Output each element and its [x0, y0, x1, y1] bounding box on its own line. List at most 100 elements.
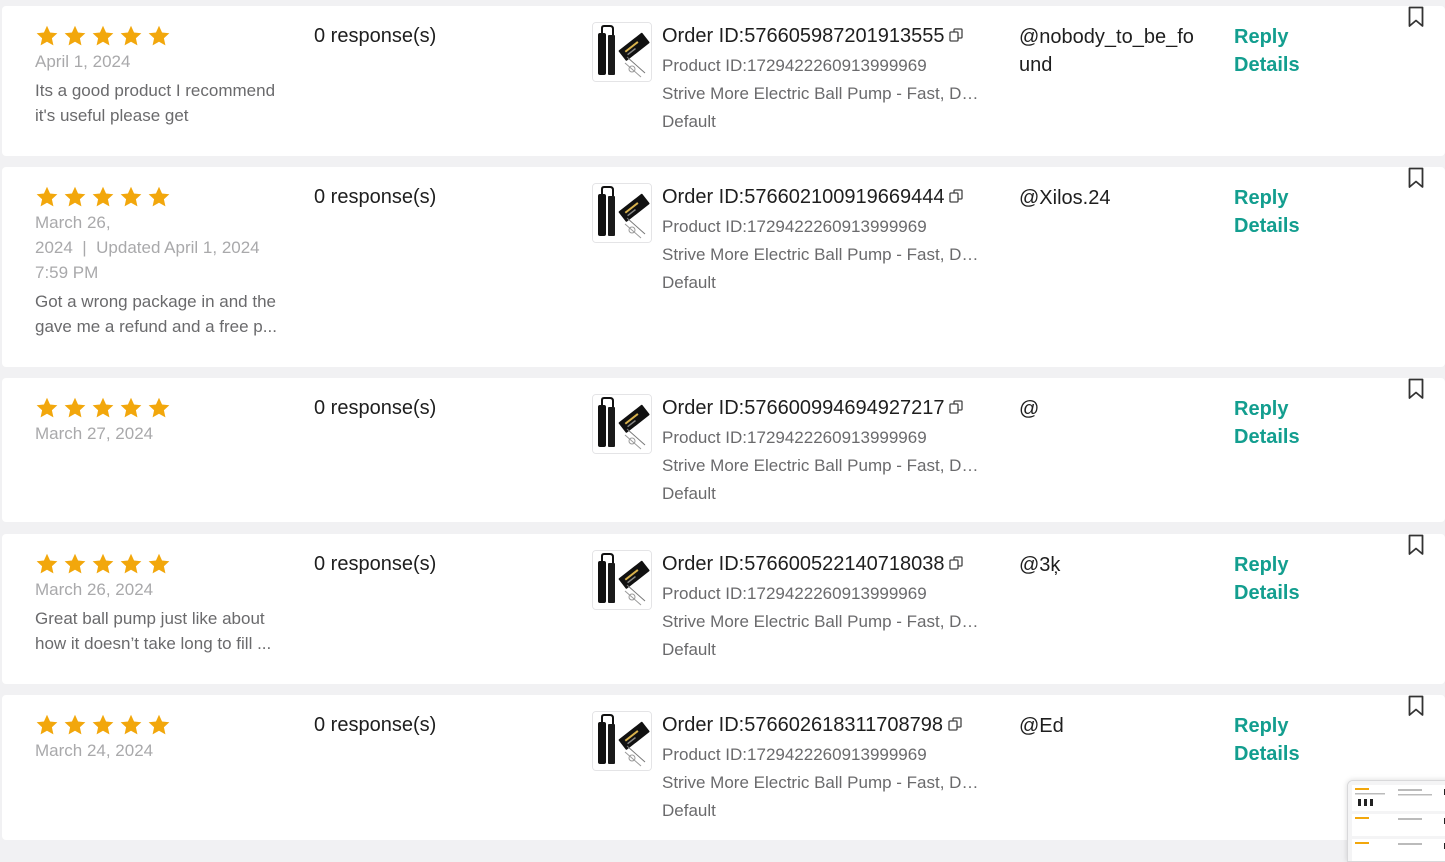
star-icon	[35, 185, 59, 209]
review-date-line: March 24, 2024	[35, 741, 154, 760]
product-variant: Default	[662, 112, 716, 131]
star-icon	[35, 396, 59, 420]
reply-link[interactable]: Reply	[1234, 712, 1300, 740]
product-thumbnail[interactable]	[592, 550, 652, 610]
bookmark-icon[interactable]	[1407, 167, 1425, 189]
username: @Xilos.24	[1019, 187, 1111, 209]
copy-icon[interactable]	[949, 556, 964, 570]
username: @Ed	[1019, 715, 1064, 737]
product-thumbnail[interactable]	[592, 183, 652, 243]
product-thumbnail[interactable]	[592, 394, 652, 454]
copy-icon[interactable]	[948, 717, 962, 731]
product-name: Strive More Electric Ball Pump - Fast, D…	[662, 773, 984, 792]
order-id-text: Order ID:576602100919669444	[662, 186, 945, 208]
star-icon	[147, 713, 171, 737]
product-id: Product ID:1729422260913999969	[662, 217, 927, 236]
review-date: March 27, 2024	[35, 421, 295, 446]
reply-link[interactable]: Reply	[1234, 184, 1300, 212]
star-icon	[91, 185, 115, 209]
reply-link[interactable]: Reply	[1234, 23, 1300, 51]
star-icon	[119, 24, 143, 48]
reply-link[interactable]: Reply	[1234, 551, 1300, 579]
review-text-line: it's useful please get	[35, 106, 189, 125]
product-variant: Default	[662, 484, 716, 503]
star-icon	[35, 552, 59, 576]
star-rating	[35, 24, 171, 48]
review-text: Great ball pump just like about how it d…	[35, 606, 297, 656]
star-icon	[63, 552, 87, 576]
copy-icon[interactable]	[949, 28, 964, 42]
review-text-line: Its a good product I recommend	[35, 81, 276, 100]
details-link[interactable]: Details	[1234, 51, 1300, 79]
review-date-line: 2024 | Updated April 1, 2024	[35, 238, 260, 257]
product-name: Strive More Electric Ball Pump - Fast, D…	[662, 84, 984, 103]
bookmark-icon[interactable]	[1407, 534, 1425, 556]
copy-icon[interactable]	[949, 189, 964, 203]
product-variant: Default	[662, 801, 716, 820]
star-icon	[147, 396, 171, 420]
copy-icon[interactable]	[949, 400, 964, 414]
review-text-line: Great ball pump just like about	[35, 609, 265, 628]
responses-count: 0 response(s)	[314, 186, 437, 208]
product-id: Product ID:1729422260913999969	[662, 584, 927, 603]
product-name: Strive More Electric Ball Pump - Fast, D…	[662, 245, 984, 264]
username: @	[1019, 398, 1040, 420]
review-card: March 26, 2024 | Updated April 1, 2024 7…	[2, 167, 1445, 367]
order-id-text: Order ID:576600994694927217	[662, 397, 945, 419]
review-text-line: gave me a refund and a free p...	[35, 317, 277, 336]
responses-count: 0 response(s)	[314, 397, 437, 419]
details-link[interactable]: Details	[1234, 423, 1300, 451]
responses-count: 0 response(s)	[314, 25, 437, 47]
review-date-line: March 26,	[35, 213, 111, 232]
star-icon	[119, 713, 143, 737]
row-actions: Reply Details	[1234, 23, 1300, 79]
details-link[interactable]: Details	[1234, 212, 1300, 240]
review-card: March 27, 2024 0 response(s) Order ID:57…	[2, 378, 1445, 522]
order-id-text: Order ID:576605987201913555	[662, 25, 945, 47]
product-variant: Default	[662, 273, 716, 292]
product-thumbnail[interactable]	[592, 711, 652, 771]
order-id: Order ID:576602618311708798	[662, 712, 962, 738]
bookmark-icon[interactable]	[1407, 6, 1425, 28]
review-card: April 1, 2024 Its a good product I recom…	[2, 6, 1445, 156]
star-rating	[35, 552, 171, 576]
row-actions: Reply Details	[1234, 395, 1300, 451]
review-date-line: April 1, 2024	[35, 52, 131, 71]
star-rating	[35, 713, 171, 737]
order-id-text: Order ID:576602618311708798	[662, 714, 943, 736]
bookmark-icon[interactable]	[1407, 695, 1425, 717]
star-icon	[63, 24, 87, 48]
bookmark-icon[interactable]	[1407, 378, 1425, 400]
review-card: March 24, 2024 0 response(s) Order ID:57…	[2, 695, 1445, 840]
star-icon	[63, 396, 87, 420]
star-icon	[119, 185, 143, 209]
review-card: March 26, 2024 Great ball pump just like…	[2, 534, 1445, 684]
product-id: Product ID:1729422260913999969	[662, 56, 927, 75]
order-id: Order ID:576600994694927217	[662, 395, 964, 421]
review-date: March 24, 2024	[35, 738, 295, 763]
review-date: March 26, 2024	[35, 577, 295, 602]
star-icon	[63, 713, 87, 737]
review-text: Its a good product I recommend it's usef…	[35, 78, 297, 128]
product-name: Strive More Electric Ball Pump - Fast, D…	[662, 612, 984, 631]
username: @3ķ	[1019, 554, 1061, 576]
product-id: Product ID:1729422260913999969	[662, 428, 927, 447]
details-link[interactable]: Details	[1234, 579, 1300, 607]
star-icon	[63, 185, 87, 209]
order-id-text: Order ID:576600522140718038	[662, 553, 945, 575]
review-text-line: Got a wrong package in and the	[35, 292, 276, 311]
review-date-line: 7:59 PM	[35, 263, 99, 282]
star-icon	[91, 552, 115, 576]
review-text-line: how it doesn’t take long to fill ...	[35, 634, 272, 653]
username: @nobody_to_be_found	[1019, 26, 1194, 76]
star-icon	[147, 24, 171, 48]
product-thumbnail[interactable]	[592, 22, 652, 82]
details-link[interactable]: Details	[1234, 740, 1300, 768]
responses-count: 0 response(s)	[314, 714, 437, 736]
reply-link[interactable]: Reply	[1234, 395, 1300, 423]
star-icon	[91, 713, 115, 737]
row-actions: Reply Details	[1234, 184, 1300, 240]
star-icon	[35, 24, 59, 48]
star-icon	[147, 185, 171, 209]
star-icon	[91, 24, 115, 48]
